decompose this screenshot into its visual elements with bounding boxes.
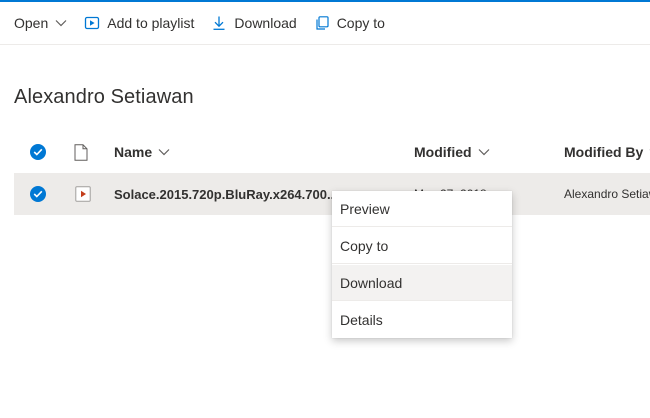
video-file-icon: [75, 173, 91, 215]
menu-item-download[interactable]: Download: [332, 265, 512, 301]
download-label: Download: [234, 15, 297, 31]
command-bar: Open Add to playlist Download Copy to: [0, 2, 650, 45]
chevron-down-icon: [158, 148, 170, 156]
file-modified-by: Alexandro Setiawan: [564, 187, 650, 201]
name-column-header[interactable]: Name: [114, 132, 170, 172]
file-name-link[interactable]: Solace.2015.720p.BluRay.x264.700...: [114, 173, 336, 215]
add-to-playlist-label: Add to playlist: [107, 15, 195, 31]
select-all-checkbox[interactable]: [30, 132, 46, 172]
open-label: Open: [14, 15, 49, 31]
menu-item-copy-to[interactable]: Copy to: [332, 228, 512, 264]
list-header: Name Modified Modified By: [14, 132, 650, 172]
row-checkbox[interactable]: [30, 173, 46, 215]
playlist-icon: [84, 15, 100, 31]
menu-item-preview[interactable]: Preview: [332, 191, 512, 227]
open-button[interactable]: Open: [14, 7, 67, 39]
chevron-down-icon: [478, 148, 490, 156]
document-icon: [74, 143, 88, 161]
checkmark-icon: [30, 144, 46, 160]
name-header-label: Name: [114, 144, 153, 160]
chevron-down-icon: [55, 19, 67, 27]
page-title: Alexandro Setiawan: [14, 86, 194, 108]
copy-icon: [314, 15, 330, 31]
menu-item-details[interactable]: Details: [332, 302, 512, 338]
modified-by-header-label: Modified By: [564, 144, 644, 160]
copy-to-button[interactable]: Copy to: [314, 7, 385, 39]
add-to-playlist-button[interactable]: Add to playlist: [84, 7, 194, 39]
file-type-header-icon[interactable]: [74, 132, 88, 172]
context-menu: Preview Copy to Download Details: [332, 191, 512, 338]
copy-to-label: Copy to: [336, 15, 385, 31]
download-button[interactable]: Download: [211, 7, 297, 39]
download-icon: [211, 15, 227, 31]
modified-column-header[interactable]: Modified: [414, 132, 490, 172]
modified-by-column-header[interactable]: Modified By: [564, 132, 650, 172]
checkmark-icon: [30, 186, 46, 202]
modified-header-label: Modified: [414, 144, 472, 160]
